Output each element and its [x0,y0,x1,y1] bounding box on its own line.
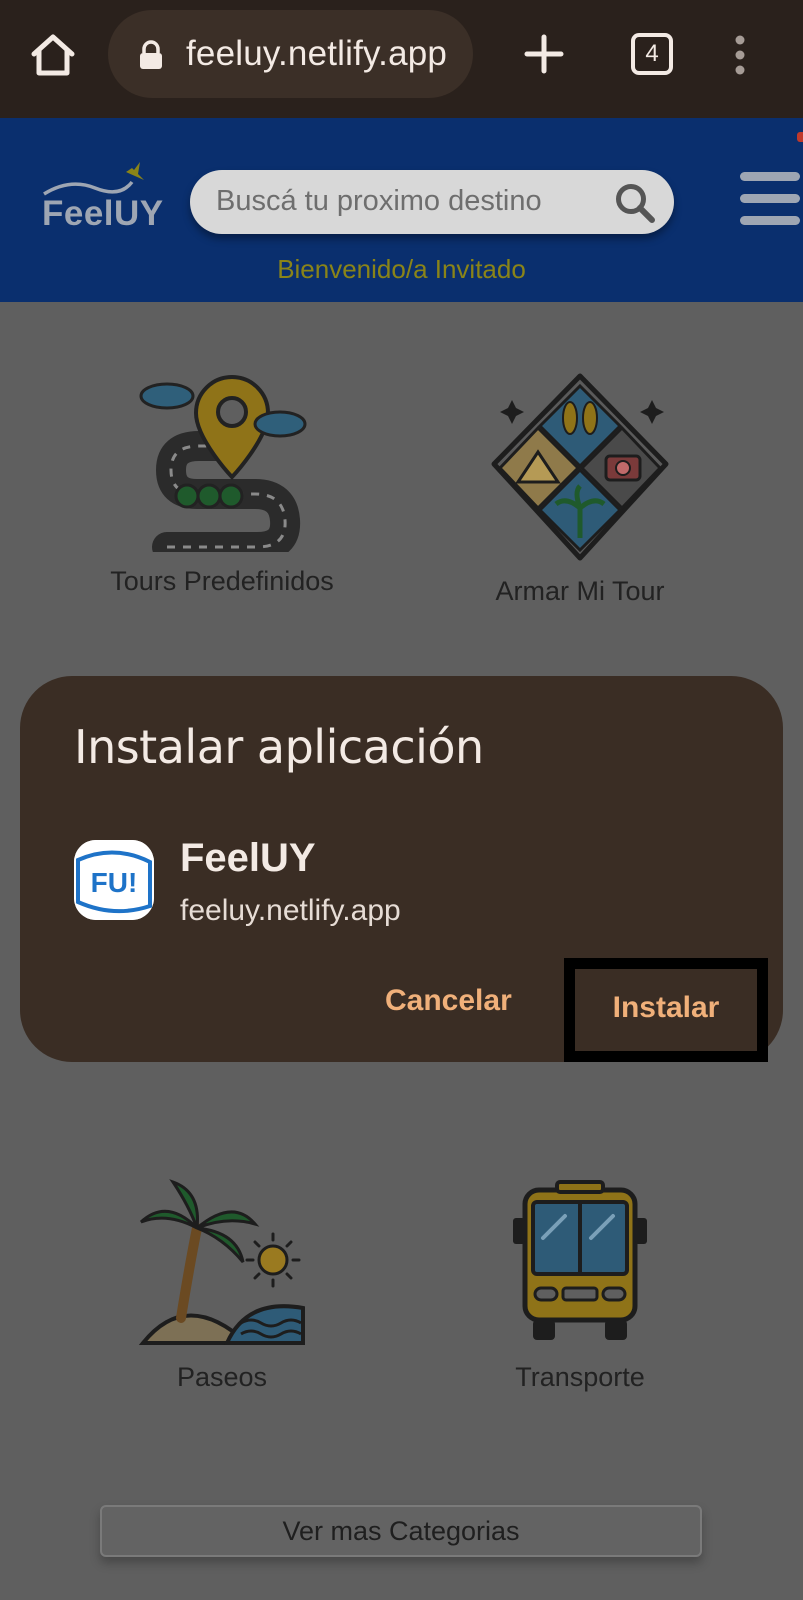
logo-wordmark: FeelUY [42,194,164,233]
tab-switcher-button[interactable]: 4 [631,33,673,75]
notification-dot [797,132,803,142]
menu-icon[interactable] [740,172,800,226]
site-header: FeelUY Buscá tu proximo destino Bienveni… [0,118,803,302]
more-categories-button[interactable]: Ver mas Categorias [100,1505,702,1557]
dialog-title: Instalar aplicación [74,720,484,774]
address-bar[interactable]: feeluy.netlify.app [108,10,473,98]
app-url: feeluy.netlify.app [180,894,401,927]
welcome-text: Bienvenido/a Invitado [277,254,526,284]
category-paseos[interactable]: Paseos [52,1178,392,1393]
category-transporte[interactable]: Transporte [410,1178,750,1393]
search-bar[interactable]: Buscá tu proximo destino [190,170,674,234]
overflow-menu-icon[interactable] [730,34,750,76]
palm-island-icon [138,1179,305,1345]
search-input[interactable]: Buscá tu proximo destino [216,185,542,218]
app-icon: FU! [74,840,154,920]
feeluy-logo[interactable]: FeelUY [40,160,163,240]
lock-icon [140,40,162,69]
app-name: FeelUY [180,836,316,880]
category-tours-predefinidos[interactable]: Tours Predefinidos [52,372,392,597]
category-armar-mi-tour[interactable]: Armar Mi Tour [410,372,750,607]
address-url: feeluy.netlify.app [186,34,448,73]
cancel-button[interactable]: Cancelar [385,984,512,1018]
install-button-label: Instalar [612,991,720,1024]
home-icon[interactable] [28,30,78,80]
travel-collage-icon [491,373,669,561]
category-label: Paseos [176,1362,268,1392]
bus-icon [513,1180,647,1340]
install-button[interactable]: Instalar [564,958,768,1062]
browser-toolbar: feeluy.netlify.app 4 [0,0,803,118]
app-icon-text: FU! [91,867,138,898]
search-icon[interactable] [614,182,656,224]
category-label: Tours Predefinidos [110,566,334,596]
category-label: Armar Mi Tour [495,576,665,606]
map-route-icon [139,374,307,552]
category-label: Transporte [515,1362,645,1392]
new-tab-icon[interactable] [524,34,564,74]
install-app-dialog: Instalar aplicación FU! FeelUY feeluy.ne… [20,676,783,1062]
